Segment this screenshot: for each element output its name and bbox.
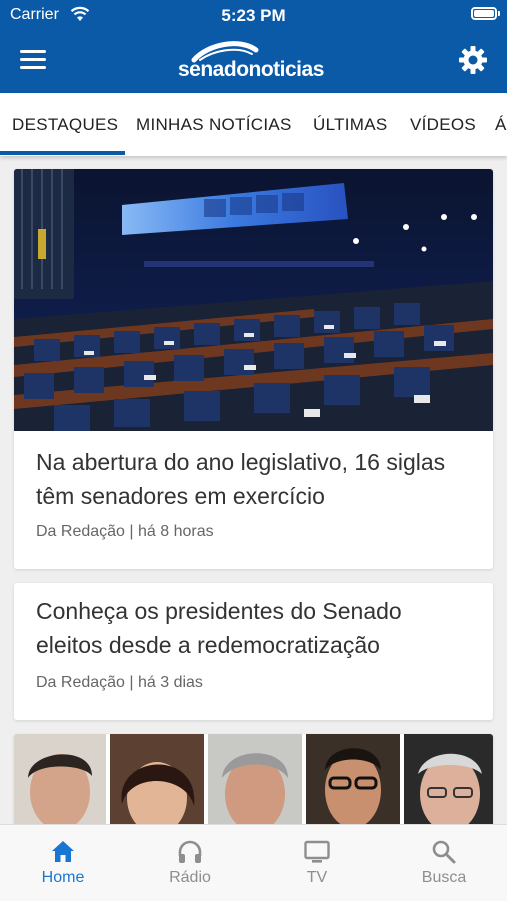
battery-icon xyxy=(471,7,497,20)
news-card[interactable] xyxy=(14,734,493,834)
tab-videos[interactable]: VÍDEOS xyxy=(410,115,476,135)
logo-text: senadonoticias xyxy=(178,58,324,81)
nav-tv-label: TV xyxy=(306,869,328,886)
news-card[interactable]: Na abertura do ano legislativo, 16 sigla… xyxy=(14,169,493,569)
nav-radio-label: Rádio xyxy=(169,869,211,886)
search-icon xyxy=(432,840,456,864)
battery-tip xyxy=(498,11,500,16)
senate-plenary-photo xyxy=(14,169,493,431)
nav-home-label: Home xyxy=(41,869,85,886)
article-meta: Da Redação | há 3 dias xyxy=(36,674,203,691)
category-tabs: DESTAQUES MINHAS NOTÍCIAS ÚLTIMAS VÍDEOS… xyxy=(0,93,507,156)
app-header: Carrier 5:23 PM senadonoticias xyxy=(0,0,507,93)
active-tab-indicator xyxy=(0,151,125,155)
tab-minhas-noticias[interactable]: MINHAS NOTÍCIAS xyxy=(136,115,292,135)
nav-busca-label: Busca xyxy=(421,869,467,886)
gear-icon[interactable] xyxy=(457,44,489,76)
nav-busca[interactable]: Busca xyxy=(381,825,507,901)
nav-radio[interactable]: Rádio xyxy=(127,825,253,901)
nav-tv[interactable]: TV xyxy=(254,825,380,901)
app-logo: senadonoticias xyxy=(160,40,350,82)
article-meta: Da Redação | há 8 horas xyxy=(36,523,214,540)
tab-destaques[interactable]: DESTAQUES xyxy=(12,115,118,135)
tv-icon xyxy=(304,840,330,863)
bottom-tab-bar: Home Rádio TV Busca xyxy=(0,824,507,901)
tab-next-partial[interactable]: Á xyxy=(495,115,507,135)
home-icon xyxy=(52,841,74,862)
article-title[interactable]: Conheça os presidentes do Senado eleitos… xyxy=(36,594,473,662)
headphones-icon xyxy=(178,840,202,863)
news-card[interactable]: Conheça os presidentes do Senado eleitos… xyxy=(14,583,493,720)
tab-ultimas[interactable]: ÚLTIMAS xyxy=(313,115,388,135)
senate-presidents-portraits xyxy=(14,734,493,834)
status-bar: Carrier 5:23 PM xyxy=(0,0,507,30)
hamburger-menu-icon[interactable] xyxy=(20,48,48,72)
nav-home[interactable]: Home xyxy=(0,825,126,901)
article-title[interactable]: Na abertura do ano legislativo, 16 sigla… xyxy=(36,445,473,513)
status-time: 5:23 PM xyxy=(221,6,286,25)
